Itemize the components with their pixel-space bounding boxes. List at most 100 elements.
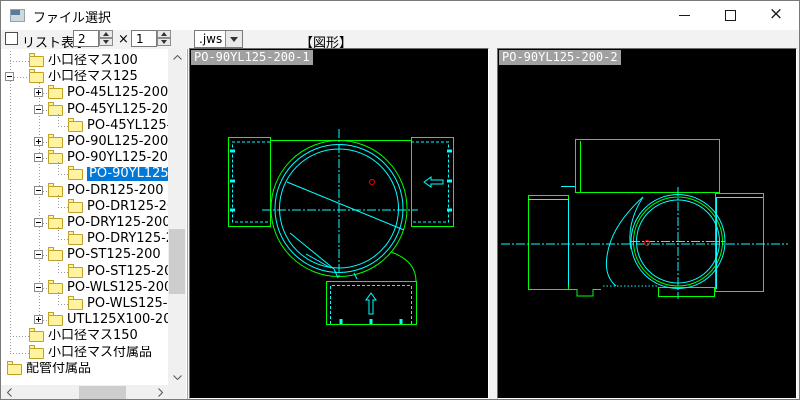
dropdown-button[interactable] [225, 31, 242, 47]
tree-item[interactable]: PO-DRY125-200 [1, 215, 168, 231]
folder-icon [48, 183, 63, 197]
chevron-up-icon [172, 54, 182, 60]
list-view-checkbox[interactable] [5, 32, 18, 45]
cad-drawing-plan-view [228, 129, 454, 325]
close-icon: × [768, 4, 784, 24]
folder-icon [48, 247, 63, 261]
down-arrow-icon [161, 40, 167, 44]
tree-item-label[interactable]: PO-ST125-200 [67, 248, 168, 262]
tree-item[interactable]: PO-90YL125-200 [1, 150, 168, 166]
expand-toggle[interactable] [34, 88, 43, 97]
tree-item-label[interactable]: PO-45YL125-200 [67, 103, 168, 117]
folder-icon [29, 328, 44, 342]
tree-item-label[interactable]: 小口径マス付属品 [48, 346, 168, 360]
tree-item[interactable]: PO-ST125-200 [1, 247, 168, 263]
rows-up-button[interactable] [157, 30, 171, 38]
minimize-button[interactable] [661, 1, 707, 30]
tree-item[interactable]: 小口径マス150 [1, 328, 168, 344]
folder-icon [48, 85, 63, 99]
columns-down-button[interactable] [99, 38, 113, 46]
preview-panel-1[interactable]: PO-90YL125-200-1 [189, 48, 489, 399]
tree-connector-line [58, 174, 68, 175]
columns-input[interactable]: 2 [73, 30, 99, 47]
tree-horizontal-scrollbar[interactable] [1, 385, 168, 399]
tree-item[interactable]: PO-90YL125-2 [1, 162, 168, 182]
folder-icon [68, 166, 83, 180]
scroll-right-button[interactable] [152, 385, 168, 399]
tree-item-label[interactable]: 小口径マス125 [48, 70, 168, 84]
folder-tree: 小口径マス100 小口径マス125 PO-45L125-200 PO-45YL125-… [1, 49, 188, 399]
tree-item[interactable]: PO-90L125-200 [1, 134, 168, 150]
tree-item[interactable]: PO-WLS125-200 [1, 280, 168, 296]
tree-item-label[interactable]: PO-DRY125-20 [87, 232, 168, 246]
tree-item[interactable]: 小口径マス付属品 [1, 345, 168, 361]
tree-item-label[interactable]: PO-DRY125-200 [67, 216, 168, 230]
tree-item-label[interactable]: 配管付属品 [26, 362, 168, 376]
tree-item-label[interactable]: PO-45L125-200 [67, 86, 168, 100]
tree-item[interactable]: PO-45YL125-2 [1, 114, 168, 134]
title-bar[interactable]: ファイル選択 × [1, 1, 799, 30]
tree-item[interactable]: PO-DRY125-20 [1, 227, 168, 247]
chevron-left-icon [6, 388, 12, 397]
tree-item-label[interactable]: 小口径マス100 [48, 54, 168, 68]
close-button[interactable]: × [753, 1, 799, 30]
tree-item-label[interactable]: PO-ST125-200 [87, 265, 168, 279]
collapse-toggle[interactable] [34, 105, 43, 114]
tree-connector-line [10, 61, 29, 62]
folder-icon [48, 280, 63, 294]
multiply-label: × [118, 32, 129, 47]
folder-icon [68, 118, 83, 132]
columns-up-button[interactable] [99, 30, 113, 38]
tree-item[interactable]: PO-DR125-200 [1, 183, 168, 199]
horizontal-scroll-thumb[interactable] [79, 386, 126, 399]
maximize-button[interactable] [707, 1, 753, 30]
folder-icon [29, 53, 44, 67]
tree-item-label[interactable]: PO-DR125-200 [87, 200, 168, 214]
tree-item[interactable]: UTL125X100-200 [1, 312, 168, 328]
tree-item[interactable]: PO-45YL125-200 [1, 102, 168, 118]
tree-item-label[interactable]: PO-90YL125-200 [67, 151, 168, 165]
tree-item-label-selected[interactable]: PO-90YL125-2 [87, 167, 168, 181]
collapse-toggle[interactable] [34, 283, 43, 292]
tree-item-label[interactable]: PO-45YL125-2 [87, 119, 168, 133]
tree-item[interactable]: PO-DR125-200 [1, 195, 168, 215]
tree-item[interactable]: 小口径マス125 [1, 69, 168, 85]
tree-vertical-scrollbar[interactable] [168, 49, 186, 385]
collapse-toggle[interactable] [34, 153, 43, 162]
tree-item[interactable]: 小口径マス100 [1, 53, 168, 69]
tree-connector-line [58, 304, 68, 305]
folder-icon [7, 361, 22, 375]
collapse-toggle[interactable] [5, 72, 14, 81]
tree-item-label[interactable]: 小口径マス150 [48, 329, 168, 343]
tree-item-label[interactable]: PO-WLS125-20 [87, 297, 168, 311]
tree-connector-line [58, 126, 68, 127]
tree-item[interactable]: 配管付属品 [1, 361, 168, 377]
rows-down-button[interactable] [157, 38, 171, 46]
scroll-up-button[interactable] [168, 49, 186, 65]
scrollbar-corner [168, 385, 186, 399]
tree-item[interactable]: PO-45L125-200 [1, 85, 168, 101]
folder-icon [48, 134, 63, 148]
tree-item-label[interactable]: PO-WLS125-200 [67, 281, 168, 295]
vertical-scroll-thumb[interactable] [169, 229, 185, 294]
rows-input[interactable]: 1 [131, 30, 157, 47]
tree-item-label[interactable]: UTL125X100-200 [67, 313, 168, 327]
preview-panel-2[interactable]: PO-90YL125-200-2 [497, 48, 797, 399]
collapse-toggle[interactable] [34, 186, 43, 195]
minimize-icon [678, 15, 690, 16]
down-arrow-icon [103, 40, 109, 44]
collapse-toggle[interactable] [34, 250, 43, 259]
collapse-toggle[interactable] [34, 218, 43, 227]
tree-connector-line [10, 336, 29, 337]
folder-icon [29, 345, 44, 359]
scroll-left-button[interactable] [1, 385, 17, 399]
tree-item[interactable]: PO-ST125-200 [1, 260, 168, 280]
tree-item[interactable]: PO-WLS125-20 [1, 292, 168, 312]
scroll-down-button[interactable] [168, 369, 186, 385]
expand-toggle[interactable] [34, 137, 43, 146]
filetype-value: .jws [199, 32, 223, 46]
filetype-dropdown[interactable]: .jws [194, 30, 243, 48]
tree-item-label[interactable]: PO-DR125-200 [67, 184, 168, 198]
expand-toggle[interactable] [34, 315, 43, 324]
tree-item-label[interactable]: PO-90L125-200 [67, 135, 168, 149]
